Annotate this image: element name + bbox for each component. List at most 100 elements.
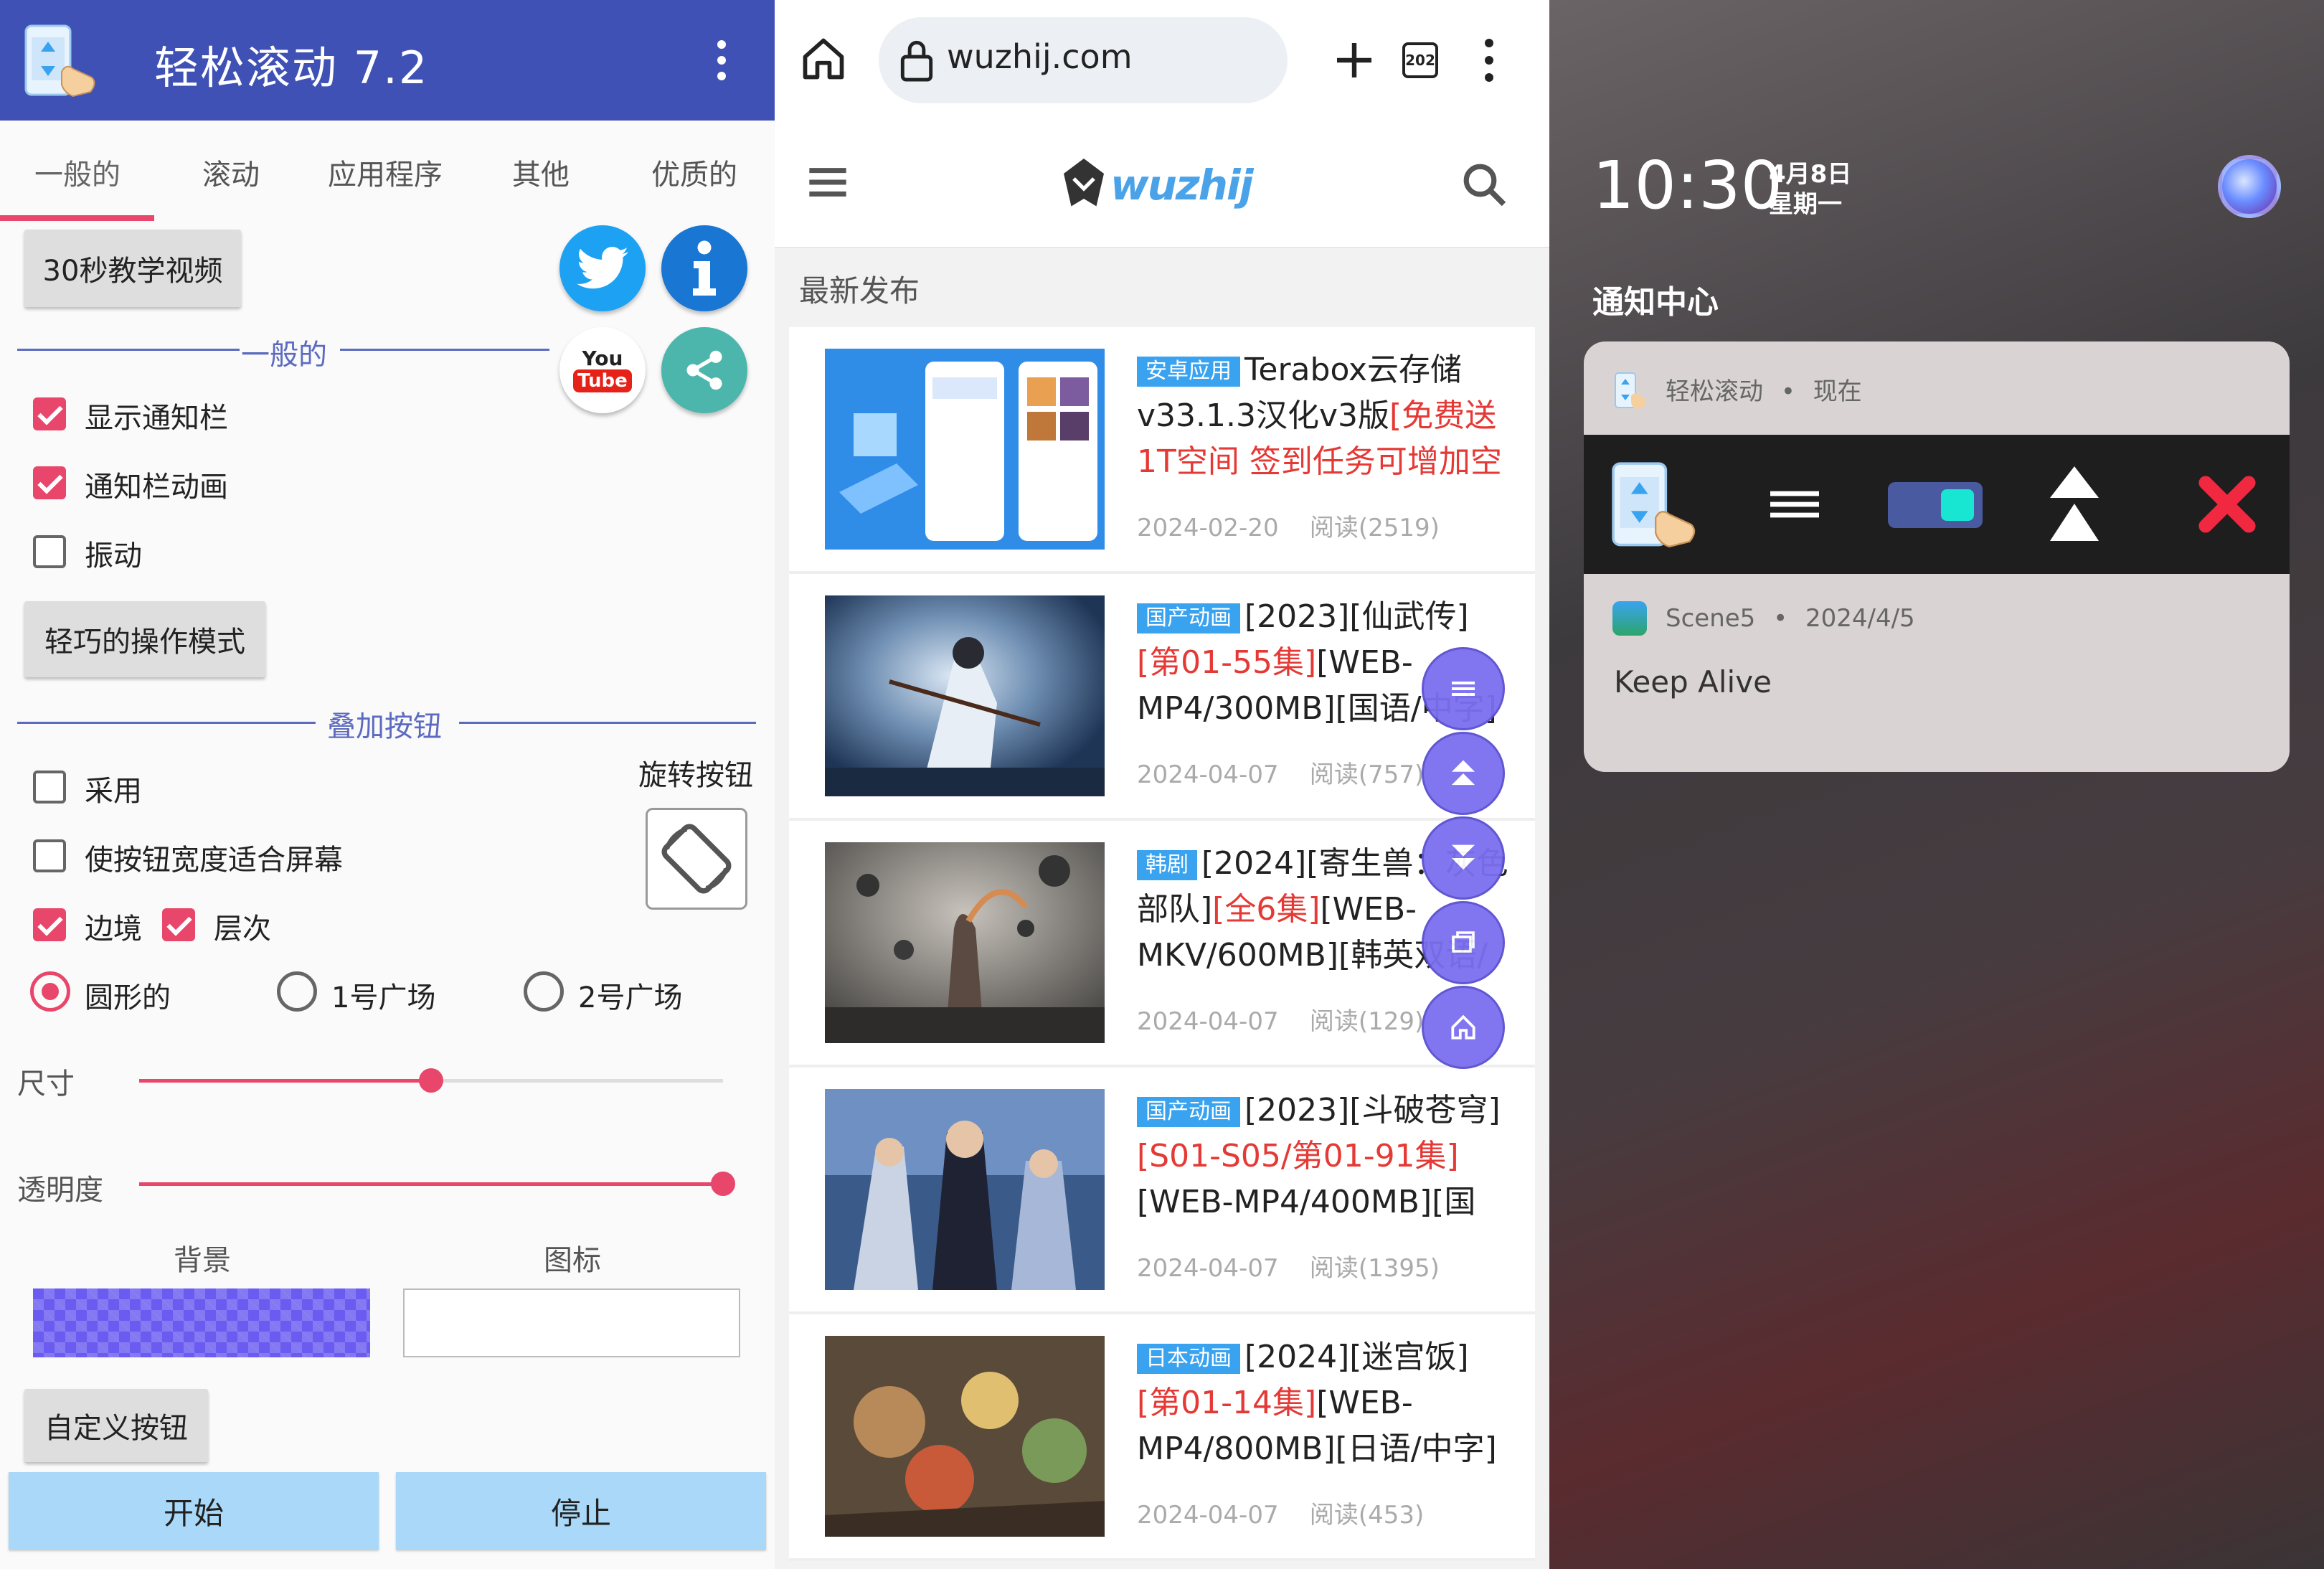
hamburger-menu-icon[interactable] (808, 165, 848, 199)
post-title: 安卓应用 Terabox云存储v33.1.3汉化v3版[免费送1T空间 签到任务可… (1137, 347, 1510, 485)
wallpaper (1549, 0, 2324, 1569)
double-chevron-down-icon (1451, 844, 1475, 870)
post-date: 2024-04-07 (1137, 760, 1279, 789)
layer-checkbox[interactable] (162, 908, 195, 941)
url-text[interactable]: wuzhij.com (947, 37, 1133, 76)
home-icon[interactable] (799, 34, 848, 83)
post-reads: 阅读(2519) (1309, 514, 1440, 542)
icon-color-swatch[interactable] (403, 1288, 740, 1357)
notification-anim-checkbox[interactable] (33, 466, 66, 499)
overlay-home-button[interactable] (1422, 986, 1505, 1069)
post-category-tag: 国产动画 (1137, 603, 1240, 633)
menu-lines-icon[interactable] (1767, 489, 1822, 519)
post-card[interactable]: 国产动画 [2023][斗破苍穹] [S01-S05/第01-91集] [WEB-MP… (789, 1068, 1535, 1314)
post-thumbnail-doupo (825, 1089, 1105, 1290)
tab-count: 202 (1402, 42, 1438, 78)
menu-lines-icon (1452, 682, 1475, 696)
rotate-button-label: 旋转按钮 (638, 759, 753, 792)
vibrate-checkbox[interactable] (33, 535, 66, 568)
browser-menu-icon[interactable] (1482, 39, 1496, 89)
opacity-slider-thumb[interactable] (711, 1172, 735, 1196)
notification-separator: • (1773, 604, 1788, 633)
stop-button[interactable]: 停止 (396, 1472, 766, 1550)
start-button[interactable]: 开始 (9, 1472, 379, 1550)
post-meta: 2024-04-07 阅读(757) (1137, 755, 1424, 790)
close-icon[interactable] (2196, 473, 2258, 535)
scene5-date: 2024/4/5 (1805, 604, 1915, 633)
assistant-orb-icon[interactable] (2218, 155, 2281, 218)
size-label: 尺寸 (17, 1068, 75, 1101)
overlay-menu-button[interactable] (1422, 647, 1505, 730)
layer-label: 层次 (214, 913, 271, 946)
post-title-highlight: [第01-14集] (1137, 1385, 1317, 1421)
show-notification-label: 显示通知栏 (85, 402, 228, 435)
info-button[interactable] (661, 225, 747, 311)
date-weekday: 星期一 (1769, 190, 1842, 219)
border-checkbox[interactable] (33, 908, 66, 941)
smart-mode-button[interactable]: 轻巧的操作模式 (24, 601, 265, 677)
post-reads: 阅读(129) (1309, 1007, 1425, 1036)
overlay-toggle-knob (1941, 489, 1974, 521)
tab-general[interactable]: 一般的 (34, 151, 121, 193)
post-title-highlight: [第01-55集] (1137, 644, 1317, 681)
double-chevron-up-icon (1451, 760, 1475, 786)
post-category-tag: 安卓应用 (1137, 357, 1240, 387)
square1-radio[interactable] (277, 971, 317, 1012)
new-tab-icon[interactable] (1331, 37, 1377, 83)
overlay-toggle[interactable] (1888, 482, 1983, 528)
post-title-text: [2023][斗破苍穹] (1244, 1092, 1501, 1129)
search-icon[interactable] (1460, 161, 1508, 208)
tab-premium[interactable]: 优质的 (651, 151, 737, 193)
overflow-menu-icon[interactable] (714, 36, 729, 86)
app-bar: 轻松滚动 7.2 (0, 0, 775, 121)
round-radio[interactable] (30, 971, 70, 1012)
overlay-scroll-top-button[interactable] (1422, 732, 1505, 815)
post-thumbnail-parasyte (825, 842, 1105, 1043)
site-logo-text: wuzhij (1110, 161, 1254, 209)
twitter-button[interactable] (559, 225, 646, 311)
tab-other[interactable]: 其他 (512, 151, 570, 193)
fit-width-checkbox[interactable] (33, 839, 66, 872)
tab-count-button[interactable]: 202 (1381, 40, 1459, 80)
youtube-tube-text: Tube (573, 369, 632, 392)
scene5-app-name: Scene5 (1666, 604, 1756, 633)
share-button[interactable] (661, 327, 747, 413)
show-notification-checkbox[interactable] (33, 397, 66, 430)
size-slider-thumb[interactable] (419, 1068, 443, 1093)
info-icon (693, 240, 716, 296)
tab-scroll[interactable]: 滚动 (202, 151, 260, 193)
tutorial-video-button[interactable]: 30秒教学视频 (24, 230, 241, 307)
wuzhij-emblem-icon (1064, 159, 1104, 207)
site-logo[interactable]: wuzhij (1059, 149, 1274, 221)
tab-apps[interactable]: 应用程序 (328, 151, 443, 193)
overlay-window-button[interactable] (1422, 901, 1505, 984)
size-slider-fill (139, 1079, 431, 1083)
notification-panel: 10:30 4月8日 星期一 通知中心 轻松滚动 • 现在 Scene5 • 2… (1549, 0, 2324, 1569)
app-shortcut-icon[interactable] (1608, 456, 1701, 554)
notification-separator: • (1780, 377, 1795, 406)
post-card[interactable]: 日本动画 [2024][迷宫饭][第01-14集][WEB-MP4/800MB][… (789, 1314, 1535, 1561)
screen-rotation-icon (661, 824, 732, 894)
browser-panel: wuzhij.com 202 wuzhij 最新发布 安卓应用 Terabox云… (775, 0, 1549, 1569)
background-label: 背景 (174, 1244, 231, 1277)
twitter-icon (577, 247, 628, 289)
scene5-app-icon (1612, 601, 1647, 636)
youtube-button[interactable]: You Tube (559, 327, 646, 413)
rotate-button[interactable] (646, 808, 747, 910)
custom-button[interactable]: 自定义按钮 (24, 1389, 208, 1462)
background-color-swatch[interactable] (33, 1288, 370, 1357)
notification-app-name: 轻松滚动 (1666, 377, 1763, 406)
notification-app-time: 现在 (1813, 377, 1862, 406)
post-title-text: [2023][仙武传] (1244, 598, 1469, 635)
opacity-label: 透明度 (17, 1174, 103, 1207)
adopt-checkbox[interactable] (33, 771, 66, 804)
square2-radio[interactable] (524, 971, 564, 1012)
post-card[interactable]: 安卓应用 Terabox云存储v33.1.3汉化v3版[免费送1T空间 签到任务可… (789, 327, 1535, 574)
notification-center-title: 通知中心 (1592, 284, 1719, 321)
overlay-scroll-bottom-button[interactable] (1422, 816, 1505, 900)
section-general-title: 一般的 (241, 339, 327, 372)
post-date: 2024-04-07 (1137, 1007, 1279, 1036)
double-chevron-up-icon[interactable] (2047, 463, 2102, 544)
post-category-tag: 韩剧 (1137, 850, 1197, 880)
app-logo-icon (1615, 372, 1646, 409)
